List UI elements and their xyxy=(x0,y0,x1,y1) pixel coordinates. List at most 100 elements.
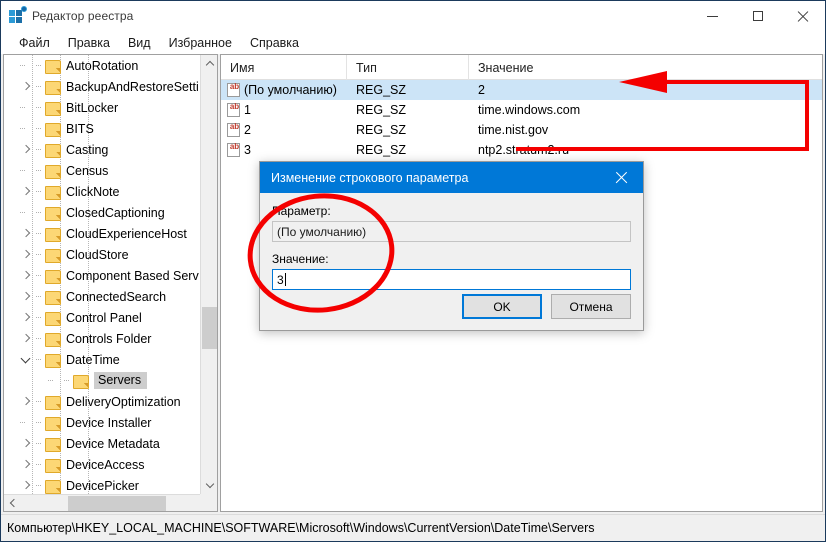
tree-item-bitlocker[interactable]: BitLocker xyxy=(4,97,200,118)
value-name-cell: (По умолчанию) xyxy=(221,83,347,97)
window-controls xyxy=(690,1,825,31)
tree-connector xyxy=(46,370,62,391)
parameter-name-label: Параметр: xyxy=(272,204,331,218)
close-button[interactable] xyxy=(780,1,825,31)
chevron-right-icon[interactable] xyxy=(18,76,34,97)
table-row[interactable]: (По умолчанию) REG_SZ 2 xyxy=(221,80,822,100)
tree-item-label: Device Metadata xyxy=(66,436,160,451)
table-row[interactable]: 2 REG_SZ time.nist.gov xyxy=(221,120,822,140)
tree-connector xyxy=(34,160,44,181)
tree-connector xyxy=(34,328,44,349)
close-icon xyxy=(615,172,627,184)
tree-connector xyxy=(18,97,34,118)
dialog-close-button[interactable] xyxy=(598,162,643,193)
tree-item-connectedsearch[interactable]: ConnectedSearch xyxy=(4,286,200,307)
tree-item-component-based-serv[interactable]: Component Based Serv xyxy=(4,265,200,286)
tree-item-devicepicker[interactable]: DevicePicker xyxy=(4,475,200,494)
tree-horizontal-scrollbar[interactable] xyxy=(4,494,217,511)
tree-item-label: CloudExperienceHost xyxy=(66,226,187,241)
tree-connector xyxy=(34,307,44,328)
menu-item-view[interactable]: Вид xyxy=(119,34,160,52)
tree-item-autorotation[interactable]: AutoRotation xyxy=(4,55,200,76)
chevron-right-icon[interactable] xyxy=(18,307,34,328)
menu-item-file[interactable]: Файл xyxy=(10,34,59,52)
tree-scroll-up-button[interactable] xyxy=(201,55,217,72)
chevron-down-icon[interactable] xyxy=(18,349,34,370)
tree-vertical-scrollbar[interactable] xyxy=(200,55,217,494)
tree-item-closedcaptioning[interactable]: ClosedCaptioning xyxy=(4,202,200,223)
tree-item-label: BITS xyxy=(66,121,94,136)
tree-item-cloudstore[interactable]: CloudStore xyxy=(4,244,200,265)
folder-icon xyxy=(72,374,89,389)
tree-item-deliveryoptimization[interactable]: DeliveryOptimization xyxy=(4,391,200,412)
chevron-right-icon[interactable] xyxy=(18,181,34,202)
folder-icon xyxy=(44,395,61,410)
table-row[interactable]: 1 REG_SZ time.windows.com xyxy=(221,100,822,120)
tree-item-label: Device Installer xyxy=(66,415,152,430)
tree-scroll-left-button[interactable] xyxy=(4,495,21,512)
parameter-value-text: 3 xyxy=(277,272,284,287)
tree-item-servers[interactable]: Servers xyxy=(4,370,200,391)
tree-connector xyxy=(34,349,44,370)
tree-item-label: ClosedCaptioning xyxy=(66,205,165,220)
tree-item-bits[interactable]: BITS xyxy=(4,118,200,139)
minimize-button[interactable] xyxy=(690,1,735,31)
tree-connector xyxy=(34,76,44,97)
column-header-name[interactable]: Имя xyxy=(221,55,347,80)
ok-button[interactable]: OK xyxy=(462,294,542,319)
tree-item-label: ConnectedSearch xyxy=(66,289,167,304)
chevron-right-icon[interactable] xyxy=(18,328,34,349)
tree-item-clicknote[interactable]: ClickNote xyxy=(4,181,200,202)
tree-item-cloudexperiencehost[interactable]: CloudExperienceHost xyxy=(4,223,200,244)
maximize-button[interactable] xyxy=(735,1,780,31)
chevron-right-icon[interactable] xyxy=(18,475,34,494)
tree-item-census[interactable]: Census xyxy=(4,160,200,181)
tree-connector xyxy=(18,118,34,139)
tree-item-device-installer[interactable]: Device Installer xyxy=(4,412,200,433)
column-header-value[interactable]: Значение xyxy=(469,55,821,80)
tree-connector xyxy=(34,223,44,244)
folder-icon xyxy=(44,353,61,368)
tree-item-label: DeviceAccess xyxy=(66,457,145,472)
chevron-right-icon[interactable] xyxy=(18,244,34,265)
menu-item-help[interactable]: Справка xyxy=(241,34,308,52)
registry-tree-panel: AutoRotation BackupAndRestoreSetti BitLock… xyxy=(3,54,218,512)
chevron-right-icon[interactable] xyxy=(18,265,34,286)
title-bar: Редактор реестра xyxy=(1,1,825,31)
parameter-value-field[interactable]: 3 xyxy=(272,269,631,290)
tree-item-backupandrestoresetti[interactable]: BackupAndRestoreSetti xyxy=(4,76,200,97)
tree-item-control-panel[interactable]: Control Panel xyxy=(4,307,200,328)
dialog-buttons: OK Отмена xyxy=(462,294,631,319)
value-data-cell: time.nist.gov xyxy=(478,123,549,137)
values-list[interactable]: (По умолчанию) REG_SZ 2 1 REG_SZ time.windows… xyxy=(221,80,822,160)
chevron-right-icon[interactable] xyxy=(18,286,34,307)
tree-item-label: CloudStore xyxy=(66,247,129,262)
cancel-button[interactable]: Отмена xyxy=(551,294,631,319)
menu-item-edit[interactable]: Правка xyxy=(59,34,119,52)
menu-item-favorites[interactable]: Избранное xyxy=(160,34,241,52)
tree-vertical-scroll-thumb[interactable] xyxy=(202,307,217,349)
tree-item-device-metadata[interactable]: Device Metadata xyxy=(4,433,200,454)
tree-scroll-area[interactable]: AutoRotation BackupAndRestoreSetti BitLock… xyxy=(4,55,200,494)
column-header-type[interactable]: Тип xyxy=(347,55,469,80)
tree-item-controls-folder[interactable]: Controls Folder xyxy=(4,328,200,349)
table-row[interactable]: 3 REG_SZ ntp2.stratum2.ru xyxy=(221,140,822,160)
folder-icon xyxy=(44,122,61,137)
tree-item-casting[interactable]: Casting xyxy=(4,139,200,160)
tree-item-label: Component Based Serv xyxy=(66,268,199,283)
chevron-right-icon[interactable] xyxy=(18,454,34,475)
values-column-headers: Имя Тип Значение xyxy=(221,55,822,80)
tree-item-label: ClickNote xyxy=(66,184,120,199)
chevron-right-icon[interactable] xyxy=(18,391,34,412)
chevron-right-icon[interactable] xyxy=(18,139,34,160)
tree-horizontal-scroll-thumb[interactable] xyxy=(68,496,166,511)
tree-scroll-down-button[interactable] xyxy=(201,477,217,494)
chevron-right-icon[interactable] xyxy=(18,433,34,454)
tree-item-datetime[interactable]: DateTime xyxy=(4,349,200,370)
folder-icon xyxy=(44,269,61,284)
chevron-right-icon[interactable] xyxy=(18,223,34,244)
tree-item-deviceaccess[interactable]: DeviceAccess xyxy=(4,454,200,475)
parameter-name-field[interactable]: (По умолчанию) xyxy=(272,221,631,242)
folder-icon xyxy=(44,458,61,473)
folder-icon xyxy=(44,332,61,347)
